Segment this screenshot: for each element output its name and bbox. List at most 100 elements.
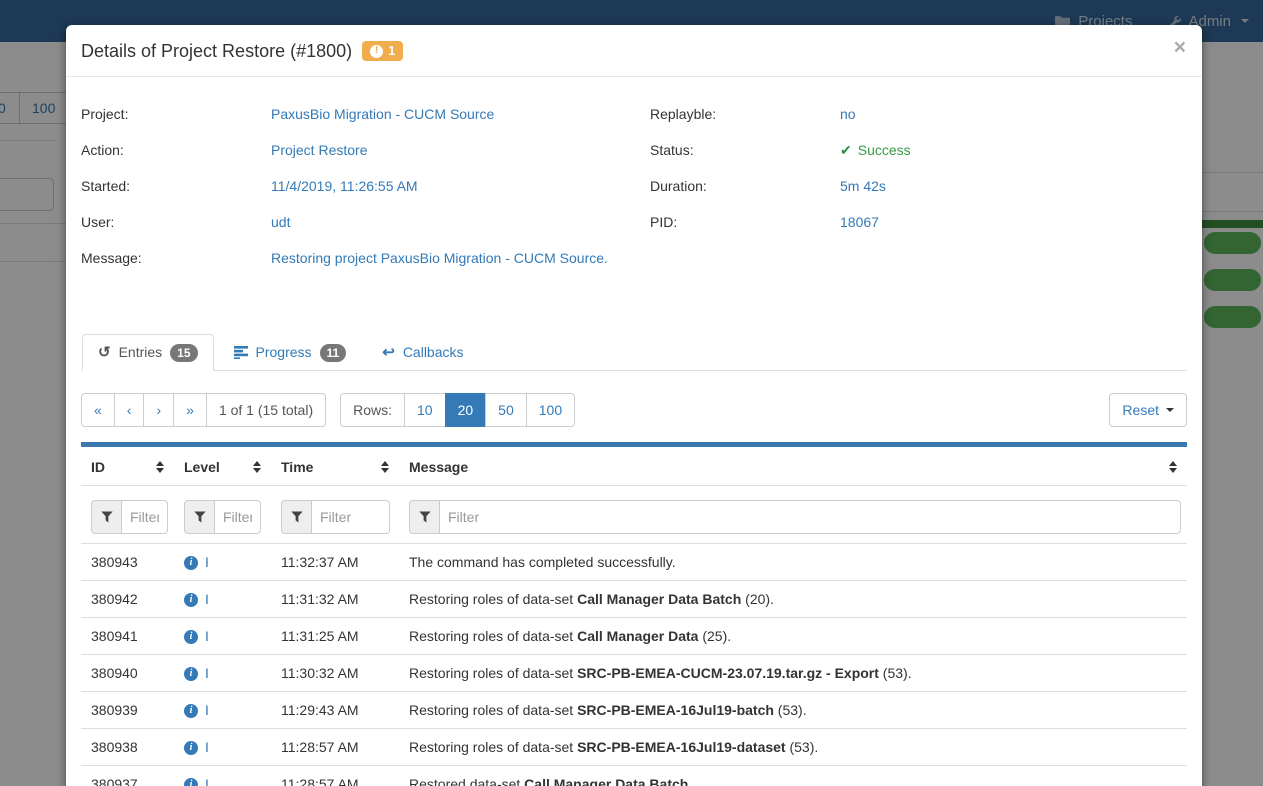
filter-cell [174, 486, 271, 544]
message-part: (53). [774, 702, 807, 718]
funnel-icon [291, 511, 303, 523]
sort-icon[interactable] [1169, 461, 1177, 473]
cell-level: iI [174, 655, 271, 692]
message-part: The command has completed successfully. [409, 554, 676, 570]
detail-right-value-2: 5m 42s [840, 176, 886, 196]
detail-left-value-0: PaxusBio Migration - CUCM Source [271, 104, 494, 124]
close-icon[interactable]: × [1174, 37, 1186, 58]
info-icon: i [184, 704, 198, 718]
level-letter: I [205, 553, 209, 572]
table-body: 380943iI11:32:37 AMThe command has compl… [81, 544, 1187, 786]
rows-option-10[interactable]: 10 [404, 393, 446, 427]
page-next-button[interactable]: › [143, 393, 174, 427]
modal-title-text: Details of Project Restore (#1800) [81, 40, 352, 62]
detail-label: PID: [650, 212, 840, 232]
chevron-down-icon [1166, 408, 1174, 412]
filter-input-time[interactable] [312, 500, 390, 534]
detail-label: Action: [81, 140, 271, 160]
message-bold-part: SRC-PB-EMEA-CUCM-23.07.19.tar.gz - Expor… [577, 665, 879, 681]
table-row[interactable]: 380941iI11:31:25 AMRestoring roles of da… [81, 618, 1187, 655]
detail-right-value-3: 18067 [840, 212, 879, 232]
tab-progress[interactable]: Progress11 [218, 334, 363, 371]
detail-row: Action:Project Restore [81, 140, 650, 160]
filter-button[interactable] [409, 500, 440, 534]
check-icon: ✔ [840, 140, 852, 160]
rows-option-50[interactable]: 50 [485, 393, 527, 427]
column-header-time: Time [271, 445, 399, 486]
sort-icon[interactable] [381, 461, 389, 473]
detail-row: Project:PaxusBio Migration - CUCM Source [81, 104, 650, 124]
modal-body: Project:PaxusBio Migration - CUCM Source… [66, 104, 1202, 786]
sort-down-arrow [156, 468, 164, 473]
filter-group [184, 500, 265, 534]
column-header-inner: Time [281, 459, 389, 475]
cell-level: iI [174, 618, 271, 655]
filter-button[interactable] [91, 500, 122, 534]
detail-row: User:udt [81, 212, 650, 232]
message-part: Restored data-set [409, 776, 524, 786]
message-part: (53). [786, 739, 819, 755]
filter-group [281, 500, 393, 534]
cell-message: Restoring roles of data-set SRC-PB-EMEA-… [399, 692, 1187, 729]
filter-button[interactable] [184, 500, 215, 534]
table-row[interactable]: 380938iI11:28:57 AMRestoring roles of da… [81, 729, 1187, 766]
funnel-icon [194, 511, 206, 523]
table-row[interactable]: 380942iI11:31:32 AMRestoring roles of da… [81, 581, 1187, 618]
message-part: Restoring roles of data-set [409, 665, 577, 681]
cell-time: 11:32:37 AM [271, 544, 399, 581]
page-first-button[interactable]: « [81, 393, 115, 427]
modal-title: Details of Project Restore (#1800) ! 1 [81, 40, 403, 62]
cell-time: 11:28:57 AM [271, 766, 399, 786]
info-icon: i [184, 778, 198, 786]
cell-message: Restoring roles of data-set Call Manager… [399, 581, 1187, 618]
cell-time: 11:31:32 AM [271, 581, 399, 618]
cell-id: 380943 [81, 544, 174, 581]
details-modal: Details of Project Restore (#1800) ! 1 ×… [66, 25, 1202, 786]
tab-entries[interactable]: ↺Entries15 [82, 334, 214, 371]
table-row[interactable]: 380937iI11:28:57 AMRestored data-set Cal… [81, 766, 1187, 786]
cell-time: 11:30:32 AM [271, 655, 399, 692]
tab-callbacks[interactable]: ↩Callbacks [366, 334, 479, 371]
rows-option-20[interactable]: 20 [445, 393, 487, 427]
detail-label: Replayble: [650, 104, 840, 124]
message-bold-part: SRC-PB-EMEA-16Jul19-batch [577, 702, 774, 718]
message-bold-part: Call Manager Data [577, 628, 698, 644]
cell-level: iI [174, 729, 271, 766]
details-section: Project:PaxusBio Migration - CUCM Source… [81, 104, 1187, 284]
level-value: iI [184, 627, 261, 646]
table-row[interactable]: 380940iI11:30:32 AM Restoring roles of da… [81, 655, 1187, 692]
table-row[interactable]: 380943iI11:32:37 AMThe command has compl… [81, 544, 1187, 581]
column-header-id: ID [81, 445, 174, 486]
filter-input-message[interactable] [440, 500, 1181, 534]
filter-input-level[interactable] [215, 500, 261, 534]
message-part: Restoring roles of data-set [409, 739, 577, 755]
cell-id: 380940 [81, 655, 174, 692]
cell-level: iI [174, 692, 271, 729]
cell-message: The command has completed successfully. [399, 544, 1187, 581]
filter-cell [399, 486, 1187, 544]
tasks-icon [234, 346, 248, 359]
filter-input-id[interactable] [122, 500, 168, 534]
tab-bar: ↺Entries15Progress11↩Callbacks [81, 334, 1187, 371]
message-bold-part: SRC-PB-EMEA-16Jul19-dataset [577, 739, 786, 755]
table-row[interactable]: 380939iI11:29:43 AMRestoring roles of da… [81, 692, 1187, 729]
level-value: iI [184, 738, 261, 757]
status-value: ✔Success [840, 140, 911, 160]
filter-cell [271, 486, 399, 544]
level-letter: I [205, 775, 209, 786]
page: Projects Admin 50 100 Details of Project… [0, 0, 1263, 786]
message-part: (20). [741, 591, 774, 607]
column-header-level: Level [174, 445, 271, 486]
details-left-col: Project:PaxusBio Migration - CUCM Source… [81, 104, 650, 284]
page-prev-button[interactable]: ‹ [114, 393, 145, 427]
filter-button[interactable] [281, 500, 312, 534]
sort-icon[interactable] [156, 461, 164, 473]
detail-left-value-1: Project Restore [271, 140, 367, 160]
filter-group [409, 500, 1181, 534]
filter-cell [81, 486, 174, 544]
rows-option-100[interactable]: 100 [526, 393, 575, 427]
sort-icon[interactable] [253, 461, 261, 473]
page-last-button[interactable]: » [173, 393, 207, 427]
sort-up-arrow [381, 461, 389, 466]
reset-button[interactable]: Reset [1109, 393, 1187, 427]
